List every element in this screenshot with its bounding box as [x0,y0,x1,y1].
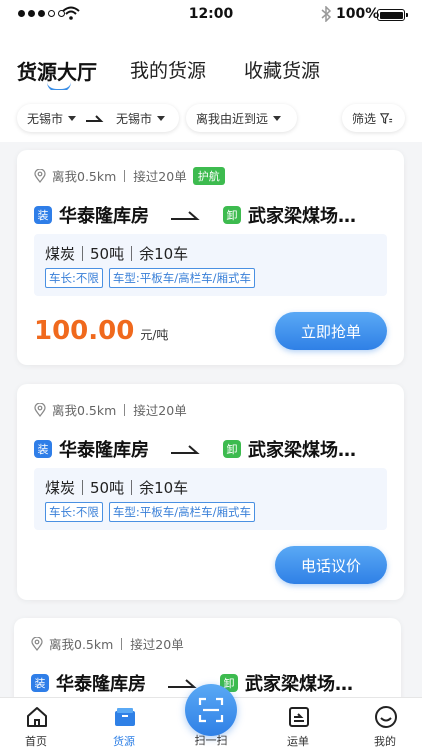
route-filter[interactable]: 无锡市 无锡市 [17,104,179,132]
caret-down-icon [273,115,282,121]
sort-label: 离我由近到远 [196,111,269,126]
price-value: 100.00 [34,316,135,346]
price: 100.00 元/吨 [34,316,168,346]
cargo-info: 煤炭｜50吨｜余10车 车长:不限 车型:平板车/高栏车/厢式车 [34,468,387,530]
destination-name: 武家梁煤场… [248,440,356,461]
location-icon [31,636,43,651]
card-meta: 离我0.5km 接过20单 [34,400,187,419]
truck-length-chip: 车长:不限 [45,268,103,288]
route-arrow-icon [86,115,104,122]
nav-waybill-label: 运单 [287,735,309,748]
route-row: 装 华泰隆库房 卸 武家梁煤场… [34,436,394,462]
smiley-icon [375,706,397,728]
route-row: 装 华泰隆库房 卸 武家梁煤场… [34,202,394,228]
battery-icon [377,9,408,21]
filter-bar: 无锡市 无锡市 离我由近到远 筛选 [0,90,422,142]
destination-name: 武家梁煤场… [248,206,356,227]
goods-summary: 煤炭｜50吨｜余10车 [45,245,189,263]
nav-waybill[interactable]: 运单 [263,698,333,750]
grab-order-button[interactable]: 立即抢单 [275,312,387,350]
truck-type-chip: 车型:平板车/高栏车/厢式车 [108,502,255,522]
route-arrow-icon [171,445,200,454]
tab-cargo-hall[interactable]: 货源大厅 [17,56,97,85]
load-tag: 装 [34,206,52,224]
scan-icon [198,697,224,723]
filter-button[interactable]: 筛选 [342,104,405,132]
route-arrow-icon [168,679,197,688]
signal-icon [18,10,65,17]
cargo-card[interactable]: 离我0.5km 接过20单 装 华泰隆库房 卸 武家梁煤场… 煤炭｜50吨｜余1… [17,384,404,600]
location-icon [34,402,46,417]
to-city: 无锡市 [116,111,153,126]
tab-my-cargo[interactable]: 我的货源 [130,56,206,83]
card-meta: 离我0.5km 接过20单 护航 [34,166,225,185]
origin-name: 华泰隆库房 [59,440,149,461]
bluetooth-icon [321,6,332,22]
home-icon [27,707,47,727]
from-city: 无锡市 [27,111,64,126]
divider [121,637,123,650]
scan-button[interactable] [185,684,237,736]
nav-scan-label: 扫一扫 [194,734,228,747]
unload-tag: 卸 [223,440,241,458]
caret-down-icon [68,115,77,121]
waybill-icon [289,707,309,727]
cargo-card[interactable]: 离我0.5km 接过20单 护航 装 华泰隆库房 卸 武家梁煤场… 煤炭｜50吨… [17,150,404,365]
cargo-box-icon [115,708,135,726]
load-tag: 装 [34,440,52,458]
location-icon [34,168,46,183]
card-meta: 离我0.5km 接过20单 [31,634,184,653]
distance-text: 离我0.5km [52,169,117,184]
nav-mine-label: 我的 [374,735,396,748]
nav-mine[interactable]: 我的 [350,698,420,750]
funnel-icon [380,112,393,124]
sort-filter[interactable]: 离我由近到远 [186,104,297,132]
orders-text: 接过20单 [130,637,184,652]
load-tag: 装 [31,674,49,692]
goods-summary: 煤炭｜50吨｜余10车 [45,479,189,497]
wifi-icon [62,6,80,20]
truck-type-chip: 车型:平板车/高栏车/厢式车 [108,268,255,288]
nav-home[interactable]: 首页 [1,698,71,750]
caret-down-icon [157,115,166,121]
truck-length-chip: 车长:不限 [45,502,103,522]
nav-cargo-label: 货源 [113,735,135,748]
header-tabs: 货源大厅 我的货源 收藏货源 [0,30,422,92]
origin-name: 华泰隆库房 [56,674,146,695]
unload-tag: 卸 [223,206,241,224]
orders-text: 接过20单 [133,169,187,184]
cargo-info: 煤炭｜50吨｜余10车 车长:不限 车型:平板车/高栏车/厢式车 [34,234,387,296]
origin-name: 华泰隆库房 [59,206,149,227]
filter-label: 筛选 [352,111,377,126]
nav-cargo[interactable]: 货源 [89,698,159,750]
destination-name: 武家梁煤场… [245,674,353,695]
phone-negotiate-button[interactable]: 电话议价 [275,546,387,584]
status-bar: 12:00 100% [0,0,422,30]
divider [124,403,126,416]
route-arrow-icon [171,211,200,220]
nav-home-label: 首页 [25,735,47,748]
divider [124,169,126,182]
battery-percent: 100% [336,6,380,22]
orders-text: 接过20单 [133,403,187,418]
price-unit: 元/吨 [140,328,169,342]
tab-saved-cargo[interactable]: 收藏货源 [244,56,320,83]
distance-text: 离我0.5km [49,637,114,652]
escort-badge: 护航 [192,166,225,185]
distance-text: 离我0.5km [52,403,117,418]
